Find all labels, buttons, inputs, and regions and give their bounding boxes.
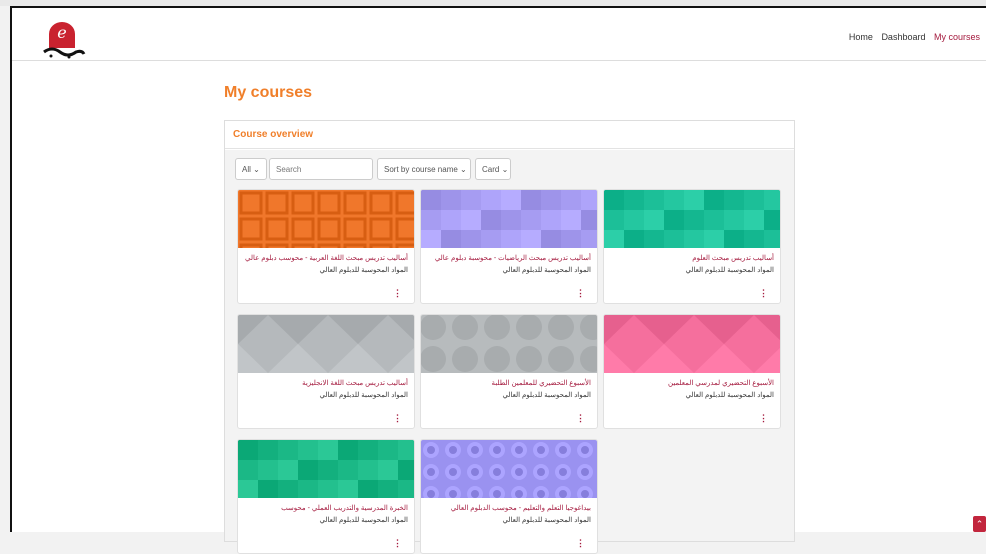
back-to-top-button[interactable]: ⌃ (973, 516, 986, 532)
course-image[interactable] (238, 190, 414, 267)
course-image[interactable] (421, 440, 597, 502)
course-card[interactable]: أساليب تدريس مبحث الرياضيات - محوسبة دبل… (420, 189, 598, 304)
grouping-dropdown[interactable]: All ⌄ (235, 158, 267, 180)
course-actions-menu-icon[interactable]: ⋮ (759, 288, 768, 299)
sort-dropdown[interactable]: Sort by course name ⌄ (377, 158, 471, 180)
course-image[interactable] (421, 315, 597, 373)
course-image[interactable] (238, 440, 414, 500)
course-actions-menu-icon[interactable]: ⋮ (576, 413, 585, 424)
primary-navigation: Home Dashboard My courses (843, 32, 980, 42)
course-title-link[interactable]: أساليب تدريس مبحث الرياضيات - محوسبة دبل… (425, 254, 591, 262)
course-card[interactable]: الأسبوع التحضيري لمدرسي المعلمين المواد ا… (603, 314, 781, 429)
chevron-down-icon: ⌄ (460, 165, 467, 174)
course-actions-menu-icon[interactable]: ⋮ (393, 413, 402, 424)
course-image[interactable] (421, 190, 597, 250)
course-category: المواد المحوسبة للدبلوم العالي (319, 517, 408, 524)
course-title-link[interactable]: الخبرة المدرسية والتدريب العملي - محوسب (242, 504, 408, 512)
search-input[interactable]: Search (269, 158, 373, 180)
course-category: المواد المحوسبة للدبلوم العالي (685, 392, 774, 399)
page-title: My courses (224, 84, 313, 101)
course-title-link[interactable]: الأسبوع التحضيري للمعلمين الطلبة (425, 379, 591, 387)
sort-dropdown-label: Sort by course name (384, 165, 458, 174)
course-overview-body: All ⌄ Search Sort by course name ⌄ Card … (225, 150, 794, 554)
course-title-link[interactable]: الأسبوع التحضيري لمدرسي المعلمين (608, 379, 774, 387)
course-title-link[interactable]: أساليب تدريس مبحث اللغة الانجليزية (242, 379, 408, 387)
view-dropdown-label: Card (482, 165, 500, 174)
course-title-link[interactable]: أساليب تدريس مبحث العلوم (608, 254, 774, 262)
course-overview-panel: Course overview All ⌄ Search Sort by cou… (224, 120, 795, 554)
course-category: المواد المحوسبة للدبلوم العالي (685, 267, 774, 274)
chevron-up-icon: ⌃ (975, 519, 984, 529)
chevron-down-icon: ⌄ (253, 165, 260, 174)
svg-text:e: e (57, 23, 66, 42)
course-image[interactable] (604, 190, 780, 250)
chevron-down-icon: ⌄ (501, 165, 509, 174)
course-image[interactable] (238, 315, 414, 373)
course-category: المواد المحوسبة للدبلوم العالي (502, 267, 591, 274)
course-card[interactable]: الخبرة المدرسية والتدريب العملي - محوسب ا… (237, 439, 415, 554)
course-title-link[interactable]: أساليب تدريس مبحث اللغة العربية - محوسب … (242, 254, 408, 262)
course-title-link[interactable]: بيداغوجيا التعلم والتعليم - محوسب الدبلو… (425, 504, 591, 512)
grouping-dropdown-label: All (242, 165, 251, 174)
course-actions-menu-icon[interactable]: ⋮ (393, 288, 402, 299)
course-category: المواد المحوسبة للدبلوم العالي (502, 392, 591, 399)
course-card[interactable]: الأسبوع التحضيري للمعلمين الطلبة المواد ا… (420, 314, 598, 429)
nav-home-link[interactable]: Home (849, 32, 873, 42)
course-card[interactable]: بيداغوجيا التعلم والتعليم - محوسب الدبلو… (420, 439, 598, 554)
navbar: e Home Dashboard My courses (12, 8, 986, 61)
course-card[interactable]: أساليب تدريس مبحث اللغة العربية - محوسب … (237, 189, 415, 304)
course-card[interactable]: أساليب تدريس مبحث العلوم المواد المحوسبة … (603, 189, 781, 304)
site-logo[interactable]: e (42, 18, 86, 60)
course-actions-menu-icon[interactable]: ⋮ (576, 288, 585, 299)
course-overview-title: Course overview (225, 121, 794, 149)
course-actions-menu-icon[interactable]: ⋮ (393, 538, 402, 549)
course-category: المواد المحوسبة للدبلوم العالي (502, 517, 591, 524)
course-card[interactable]: أساليب تدريس مبحث اللغة الانجليزية المواد… (237, 314, 415, 429)
course-image[interactable] (604, 315, 780, 373)
course-category: المواد المحوسبة للدبلوم العالي (319, 267, 408, 274)
course-actions-menu-icon[interactable]: ⋮ (759, 413, 768, 424)
nav-my-courses-link[interactable]: My courses (934, 32, 980, 42)
course-actions-menu-icon[interactable]: ⋮ (576, 538, 585, 549)
view-dropdown[interactable]: Card ⌄ (475, 158, 511, 180)
search-input-placeholder: Search (276, 165, 302, 174)
course-category: المواد المحوسبة للدبلوم العالي (319, 392, 408, 399)
nav-dashboard-link[interactable]: Dashboard (881, 32, 925, 42)
